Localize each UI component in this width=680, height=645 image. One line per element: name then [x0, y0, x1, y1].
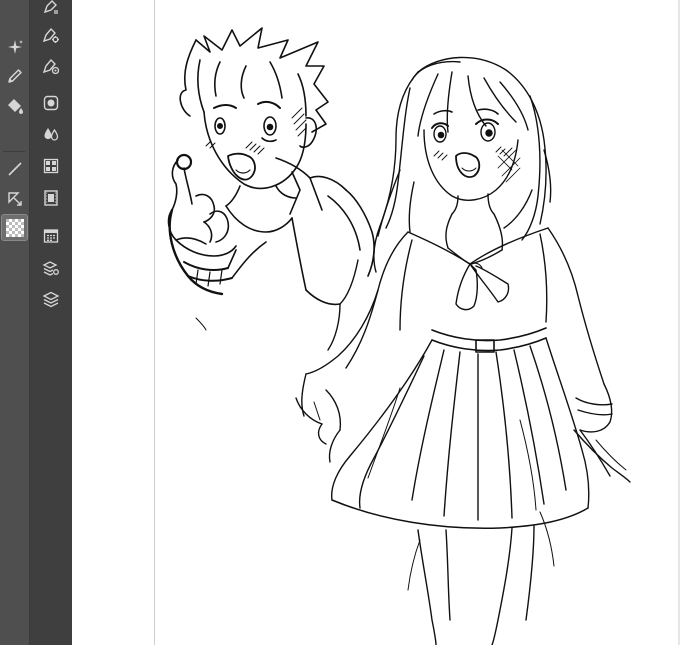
app-window	[0, 0, 680, 645]
sketch-artwork[interactable]	[0, 0, 680, 645]
girl-figure	[295, 56, 631, 645]
boy-figure	[167, 27, 375, 331]
